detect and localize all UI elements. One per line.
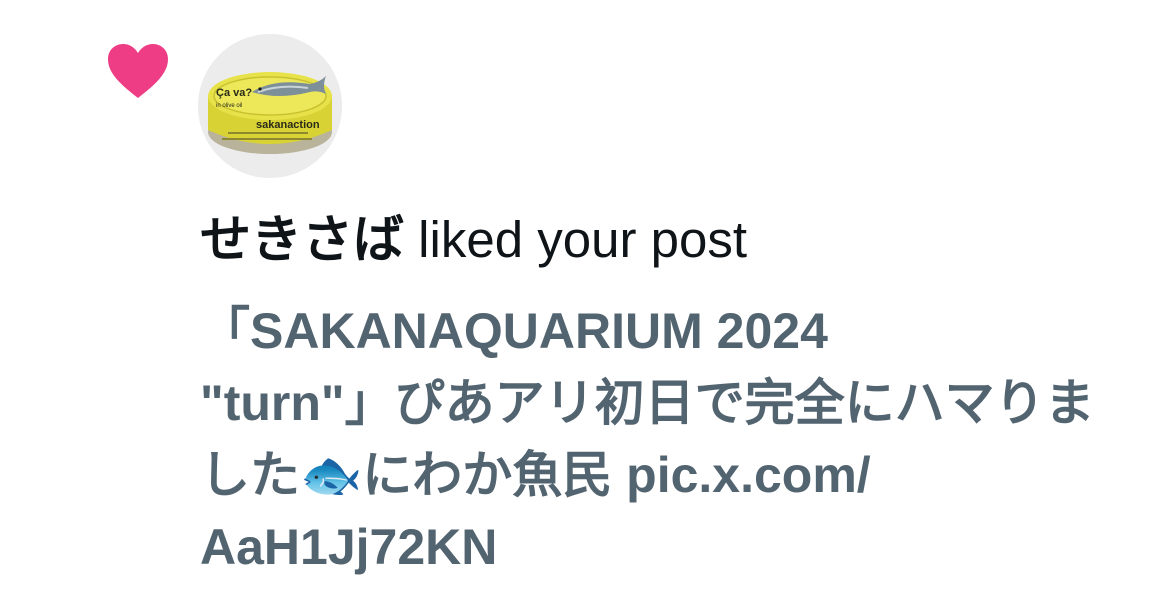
user-name[interactable]: せきさば [200,211,404,268]
notification-headline: せきさば liked your post [200,208,1130,272]
sardine-can-image: Ça va? in olive oil sakanaction [198,34,342,178]
liked-post-text[interactable]: 「SAKANAQUARIUM 2024 "turn"」ぴあアリ初日で完全にハマり… [200,295,1140,583]
action-text: liked your post [404,211,748,268]
svg-text:in olive oil: in olive oil [216,103,242,109]
svg-text:sakanaction: sakanaction [256,119,320,131]
svg-text:Ça va?: Ça va? [216,87,252,99]
like-notification[interactable]: Ça va? in olive oil sakanaction せきさば lik… [0,0,1154,610]
avatar[interactable]: Ça va? in olive oil sakanaction [198,34,342,178]
heart-icon [108,44,168,98]
